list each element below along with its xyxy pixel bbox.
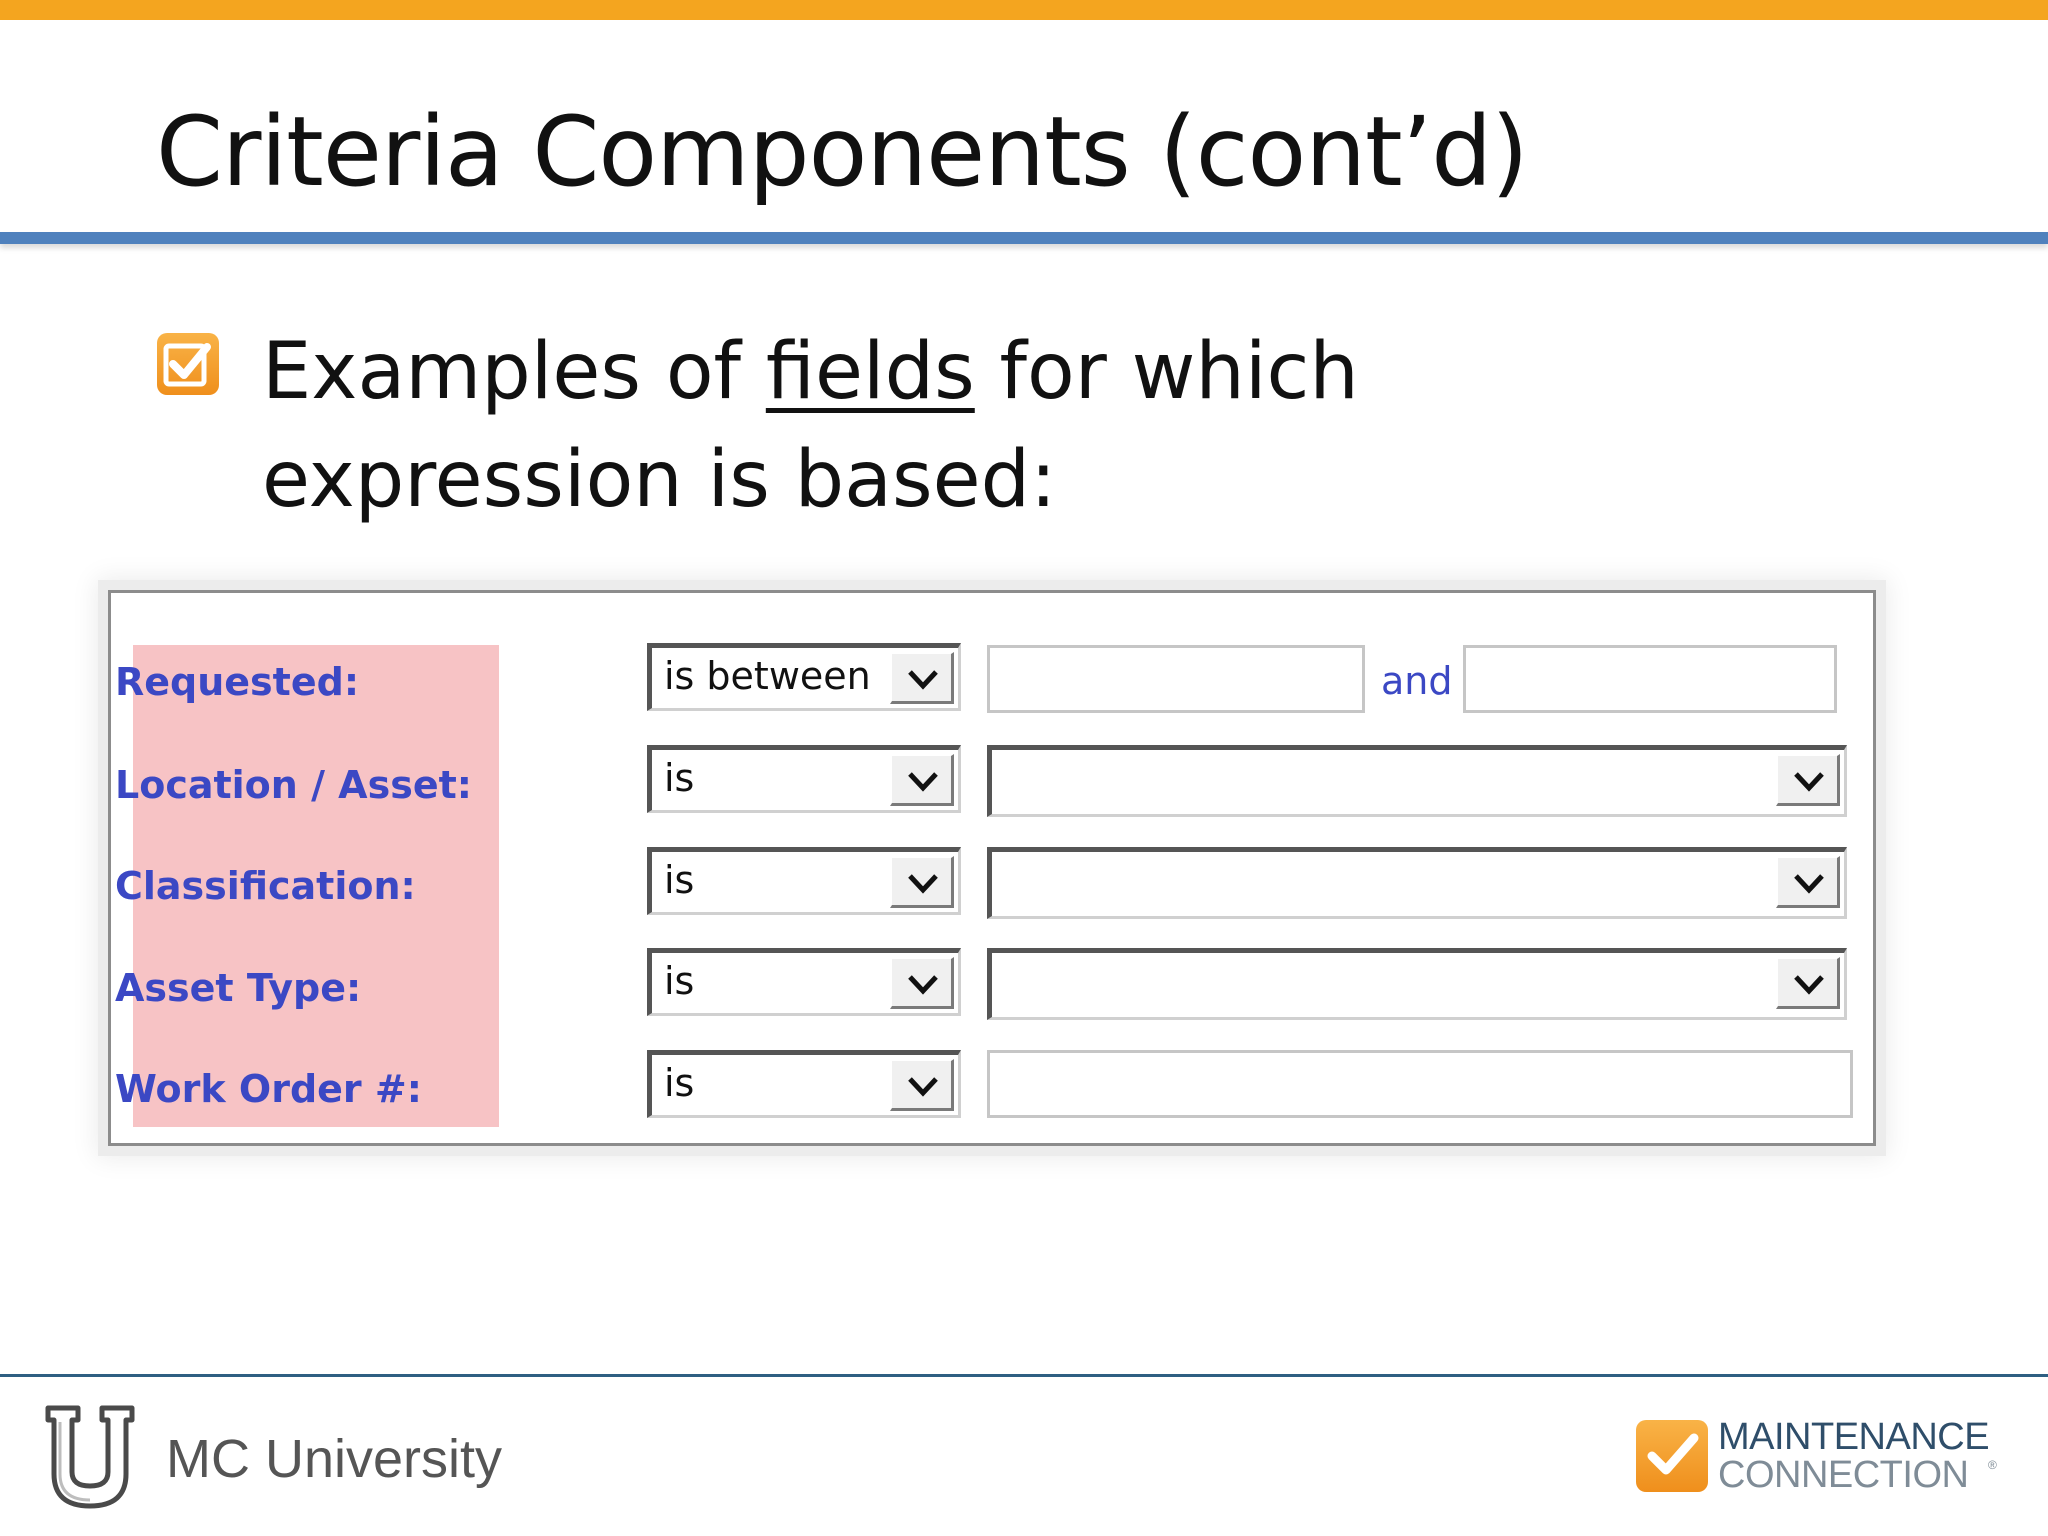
chevron-down-icon[interactable] (890, 957, 954, 1009)
classification-value-select[interactable] (987, 847, 1847, 919)
brand-name-line-1: MAINTENANCE (1718, 1416, 1990, 1458)
field-label-classification: Classification: (115, 864, 416, 908)
location-asset-operator-select[interactable]: is (647, 745, 961, 813)
chevron-down-icon[interactable] (1776, 957, 1840, 1009)
footer-university-name: MC University (166, 1429, 503, 1489)
chevron-down-icon[interactable] (890, 1059, 954, 1111)
bullet-text-emphasis: fields (765, 327, 975, 417)
asset-type-operator-select[interactable]: is (647, 948, 961, 1016)
and-label: and (1381, 659, 1453, 703)
asset-type-value-select[interactable] (987, 948, 1847, 1020)
maintenance-connection-logo: MAINTENANCE CONNECTION ® (1636, 1416, 1997, 1496)
work-order-operator-select[interactable]: is (647, 1050, 961, 1118)
chevron-down-icon[interactable] (890, 652, 954, 704)
location-asset-value-select[interactable] (987, 745, 1847, 817)
chevron-down-icon[interactable] (1776, 754, 1840, 806)
field-label-location-asset: Location / Asset: (115, 763, 472, 807)
classification-operator-value: is (664, 858, 695, 902)
top-accent-bar (0, 0, 2048, 20)
asset-type-operator-value: is (664, 959, 695, 1003)
criteria-form-screenshot: Requested: is between and Location / Ass… (108, 590, 1876, 1146)
brand-name-line-2: CONNECTION (1718, 1454, 1969, 1496)
registered-mark: ® (1988, 1458, 1997, 1472)
requested-to-input[interactable] (1463, 645, 1837, 713)
location-asset-operator-value: is (664, 756, 695, 800)
field-label-requested: Requested: (115, 660, 360, 704)
chevron-down-icon[interactable] (1776, 856, 1840, 908)
classification-operator-select[interactable]: is (647, 847, 961, 915)
title-divider (0, 232, 2048, 244)
footer-divider (0, 1374, 2048, 1377)
checkmark-icon (1636, 1420, 1708, 1492)
requested-from-input[interactable] (987, 645, 1365, 713)
field-label-asset-type: Asset Type: (115, 966, 362, 1010)
chevron-down-icon[interactable] (890, 754, 954, 806)
u-shield-icon (42, 1402, 138, 1517)
requested-operator-select[interactable]: is between (647, 643, 961, 711)
slide-title: Criteria Components (cont’d) (156, 96, 1529, 208)
work-order-operator-value: is (664, 1061, 695, 1105)
bullet-text-lead: Examples of (262, 327, 766, 417)
chevron-down-icon[interactable] (890, 856, 954, 908)
requested-operator-value: is between (664, 654, 871, 698)
work-order-input[interactable] (987, 1050, 1853, 1118)
bullet-text: Examples of fields for which expression … (262, 318, 1762, 534)
checkbox-checked-icon (157, 333, 219, 395)
field-label-work-order: Work Order #: (115, 1067, 422, 1111)
